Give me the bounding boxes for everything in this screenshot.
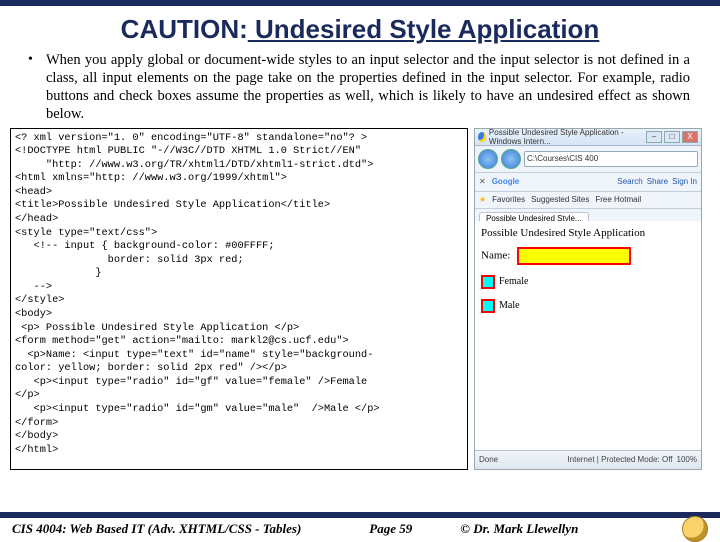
- female-radio[interactable]: [481, 275, 495, 289]
- forward-button[interactable]: [501, 149, 521, 169]
- minimize-button[interactable]: –: [646, 131, 662, 143]
- suggested-sites[interactable]: Suggested Sites: [531, 195, 589, 204]
- window-buttons: – □ X: [646, 131, 698, 143]
- close-button[interactable]: X: [682, 131, 698, 143]
- code-listing: <? xml version="1. 0" encoding="UTF-8" s…: [10, 128, 468, 470]
- favorites-star-icon[interactable]: ★: [479, 195, 486, 204]
- window-title: Possible Undesired Style Application - W…: [489, 128, 646, 146]
- slide-title: CAUTION: Undesired Style Application: [0, 14, 720, 45]
- favorites-label[interactable]: Favorites: [492, 195, 525, 204]
- bullet-text: When you apply global or document-wide s…: [46, 51, 690, 124]
- male-label: Male: [499, 300, 520, 311]
- top-border: [0, 0, 720, 6]
- address-bar[interactable]: C:\Courses\CIS 400: [524, 151, 698, 167]
- bullet-marker: •: [28, 51, 46, 124]
- female-label: Female: [499, 276, 528, 287]
- status-bar: Done Internet | Protected Mode: Off 100%: [475, 450, 701, 469]
- back-button[interactable]: [478, 149, 498, 169]
- footer-page: Page 59: [369, 521, 412, 537]
- browser-nav: C:\Courses\CIS 400: [475, 146, 701, 173]
- close-toolbar-icon[interactable]: ✕: [479, 177, 486, 186]
- browser-titlebar: Possible Undesired Style Application - W…: [475, 129, 701, 146]
- free-hotmail[interactable]: Free Hotmail: [595, 195, 641, 204]
- content-row: <? xml version="1. 0" encoding="UTF-8" s…: [0, 124, 720, 470]
- name-row: Name:: [481, 247, 695, 265]
- slide: CAUTION: Undesired Style Application • W…: [0, 0, 720, 540]
- toolbar-share[interactable]: Share: [647, 177, 668, 186]
- browser-toolbar: ✕ Google Search Share Sign In: [475, 173, 701, 192]
- title-caution: CAUTION:: [121, 14, 248, 44]
- toolbar-search[interactable]: Search: [617, 177, 642, 186]
- ucf-logo-icon: [682, 516, 708, 542]
- female-row: Female: [481, 275, 695, 289]
- footer-course: CIS 4004: Web Based IT (Adv. XHTML/CSS -…: [12, 521, 301, 537]
- bullet-paragraph: • When you apply global or document-wide…: [0, 51, 720, 124]
- maximize-button[interactable]: □: [664, 131, 680, 143]
- status-mode: Internet | Protected Mode: Off: [567, 455, 672, 464]
- male-row: Male: [481, 299, 695, 313]
- toolbar-signin[interactable]: Sign In: [672, 177, 697, 186]
- footer: CIS 4004: Web Based IT (Adv. XHTML/CSS -…: [0, 512, 720, 540]
- page-heading: Possible Undesired Style Application: [481, 227, 695, 239]
- footer-copyright: © Dr. Mark Llewellyn: [460, 521, 578, 537]
- title-rest: Undesired Style Application: [248, 14, 600, 44]
- favorites-bar: ★ Favorites Suggested Sites Free Hotmail: [475, 192, 701, 209]
- ie-icon: [478, 132, 486, 142]
- status-zoom[interactable]: 100%: [677, 455, 697, 464]
- browser-screenshot: Possible Undesired Style Application - W…: [474, 128, 702, 470]
- rendered-page: Possible Undesired Style Application Nam…: [475, 221, 701, 451]
- status-done: Done: [479, 455, 498, 464]
- name-label: Name:: [481, 249, 510, 261]
- male-radio[interactable]: [481, 299, 495, 313]
- google-logo: Google: [492, 177, 520, 186]
- name-input[interactable]: [517, 247, 631, 265]
